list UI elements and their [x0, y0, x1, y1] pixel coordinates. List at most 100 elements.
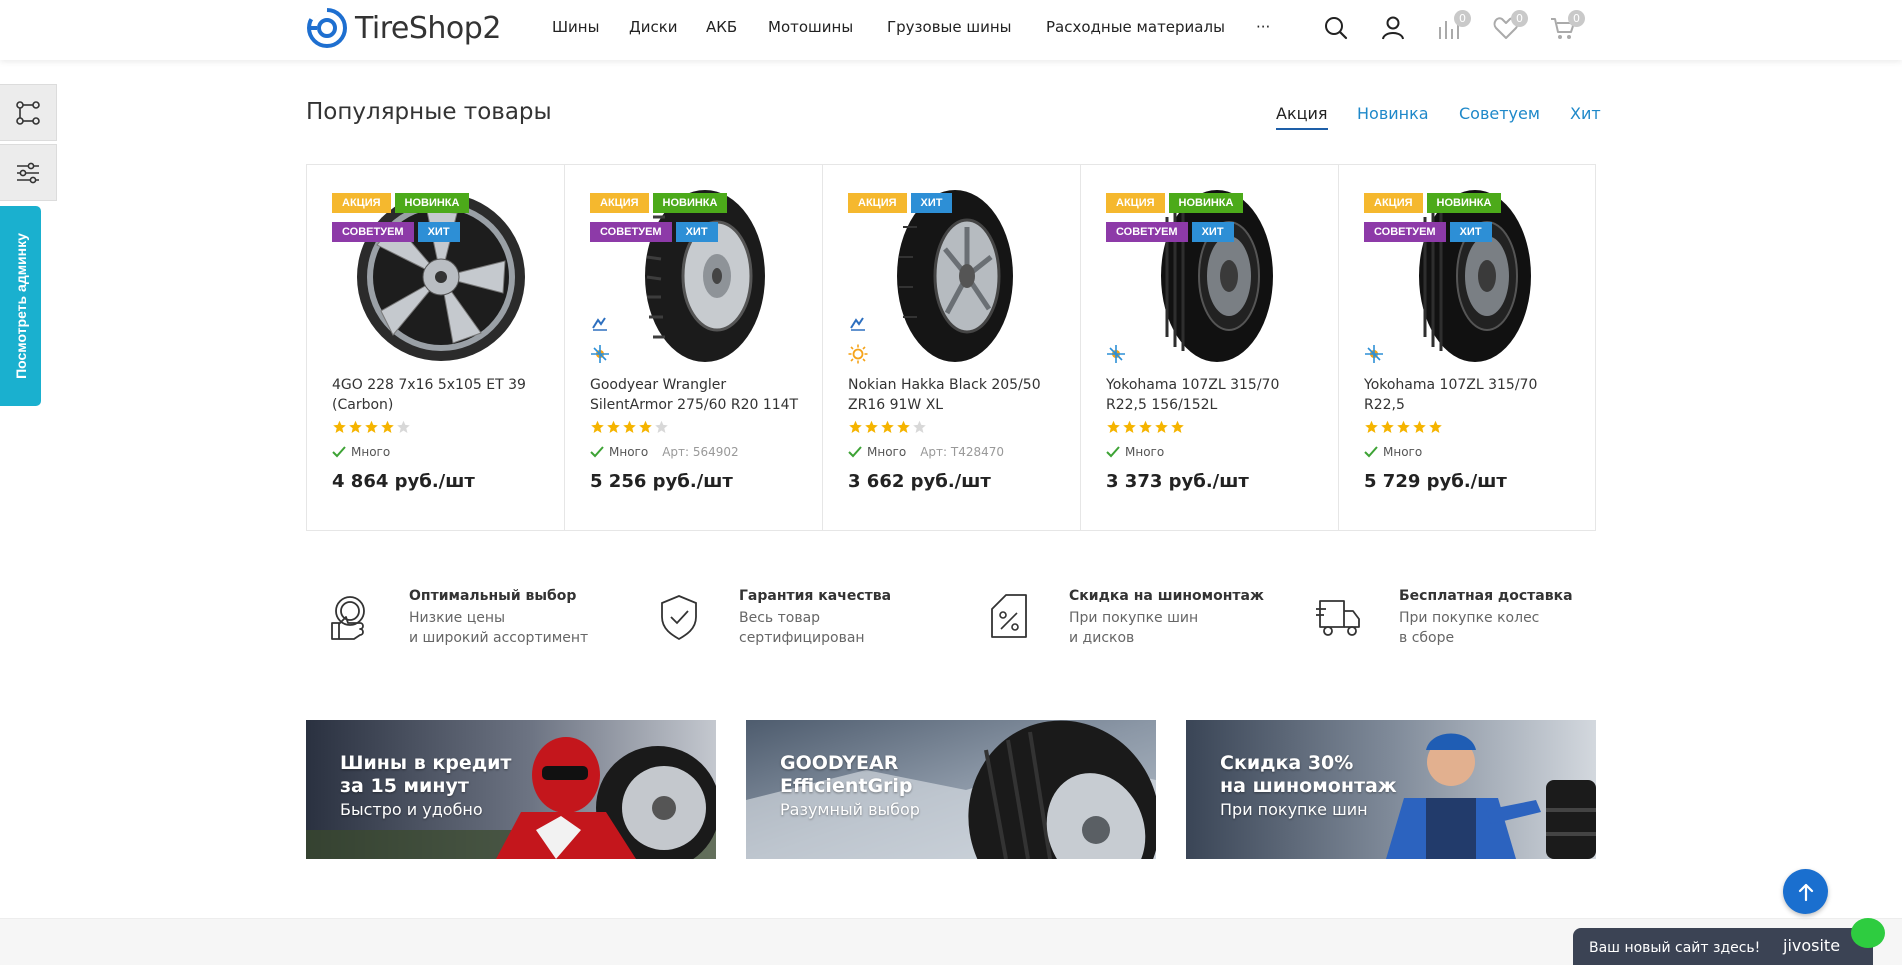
product-name[interactable]: Goodyear Wrangler SilentArmor 275/60 R20… [590, 375, 805, 415]
star-filled-icon [849, 420, 862, 433]
product-name[interactable]: Yokohama 107ZL 315/70 R22,5 [1364, 375, 1579, 415]
star-filled-icon [639, 420, 652, 433]
nav-item-truck-tires[interactable]: Грузовые шины [887, 18, 1012, 36]
tab-sale[interactable]: Акция [1276, 104, 1328, 130]
label-hit: ХИТ [675, 222, 718, 242]
tab-new[interactable]: Новинка [1357, 104, 1429, 123]
label-recommend: СОВЕТУЕМ [1106, 222, 1188, 242]
product-name[interactable]: 4GO 228 7x16 5x105 ET 39 (Carbon) [332, 375, 547, 415]
star-filled-icon [1397, 420, 1410, 433]
label-sale: АКЦИЯ [848, 193, 907, 213]
banner-title: Скидка 30% на шиномонтаж [1220, 752, 1397, 797]
check-icon [1364, 446, 1378, 458]
star-filled-icon [607, 420, 620, 433]
article-number: Арт: T428470 [920, 445, 1004, 459]
product-labels: АКЦИЯ ХИТ [848, 191, 1028, 220]
nav-item-wheels[interactable]: Диски [629, 18, 678, 36]
advantage-item: Гарантия качества Весь товар сертифициро… [636, 588, 936, 653]
cart-button[interactable]: 0 [1549, 10, 1585, 42]
product-card[interactable]: АКЦИЯ ХИТ Nokian Hakka Black 205/50 ZR16 … [823, 165, 1081, 530]
label-hit: ХИТ [1191, 222, 1234, 242]
product-price: 3 373 руб./шт [1106, 471, 1249, 492]
product-price: 3 662 руб./шт [848, 471, 991, 492]
nav-item-consumables[interactable]: Расходные материалы [1046, 18, 1225, 36]
star-filled-icon [381, 420, 394, 433]
check-icon [332, 446, 346, 458]
scroll-to-top-button[interactable] [1783, 869, 1828, 914]
thumb-up-icon [331, 596, 365, 640]
user-icon[interactable] [1379, 14, 1407, 42]
advantage-item: Бесплатная доставка При покупке колес в … [1296, 588, 1596, 653]
product-card[interactable]: АКЦИЯ НОВИНКА СОВЕТУЕМ ХИТ Yokohama 107ZL … [1081, 165, 1339, 530]
nav-item-moto-tires[interactable]: Мотошины [768, 18, 853, 36]
nav-item-tires[interactable]: Шины [552, 18, 599, 36]
product-labels: АКЦИЯ НОВИНКА СОВЕТУЕМ ХИТ [1106, 191, 1286, 249]
chat-widget[interactable]: Ваш новый сайт здесь! jivosite [1573, 918, 1885, 965]
product-labels: АКЦИЯ НОВИНКА СОВЕТУЕМ ХИТ [332, 191, 512, 249]
promo-banner-tire-fitting[interactable]: Скидка 30% на шиномонтаж При покупке шин [1186, 720, 1596, 859]
product-card[interactable]: АКЦИЯ НОВИНКА СОВЕТУЕМ ХИТ Yokohama 107ZL … [1339, 165, 1597, 530]
label-sale: АКЦИЯ [590, 193, 649, 213]
promo-banner-goodyear[interactable]: GOODYEAR EfficientGrip Разумный выбор [746, 720, 1156, 859]
view-admin-tab[interactable]: Посмотреть админку [0, 206, 41, 406]
star-filled-icon [1381, 420, 1394, 433]
banner-subtitle: При покупке шин [1220, 800, 1368, 819]
nav-more[interactable]: ··· [1256, 18, 1270, 36]
label-new: НОВИНКА [652, 193, 728, 213]
label-hit: ХИТ [1449, 222, 1492, 242]
label-recommend: СОВЕТУЕМ [332, 222, 414, 242]
stock-text: Много [609, 445, 649, 459]
product-name[interactable]: Yokohama 107ZL 315/70 R22,5 156/152L [1106, 375, 1321, 415]
product-card[interactable]: АКЦИЯ НОВИНКА СОВЕТУЕМ ХИТ Goodyear Wrangl… [565, 165, 823, 530]
compare-button[interactable]: 0 [1435, 10, 1471, 42]
product-grid: АКЦИЯ НОВИНКА СОВЕТУЕМ ХИТ 4GO 228 7x16 5x… [306, 164, 1596, 531]
star-filled-icon [865, 420, 878, 433]
star-filled-icon [1123, 420, 1136, 433]
side-settings-button[interactable] [0, 84, 57, 141]
label-sale: АКЦИЯ [1364, 193, 1423, 213]
wishlist-count-badge: 0 [1511, 10, 1528, 27]
star-filled-icon [1413, 420, 1426, 433]
product-price: 4 864 руб./шт [332, 471, 475, 492]
label-hit: ХИТ [910, 193, 953, 213]
rating-stars [848, 420, 928, 434]
logo[interactable]: TireShop2 [306, 7, 501, 49]
star-empty-icon [913, 420, 926, 433]
product-labels: АКЦИЯ НОВИНКА СОВЕТУЕМ ХИТ [590, 191, 770, 249]
nav-item-batteries[interactable]: АКБ [706, 18, 737, 36]
side-filters-button[interactable] [0, 144, 57, 201]
star-filled-icon [349, 420, 362, 433]
advantage-line: При покупке шин [1069, 610, 1199, 626]
product-card[interactable]: АКЦИЯ НОВИНКА СОВЕТУЕМ ХИТ 4GO 228 7x16 5x… [307, 165, 565, 530]
label-new: НОВИНКА [1426, 193, 1502, 213]
advantage-text: При покупке колес в сборе [1399, 608, 1539, 648]
stock-text: Много [1125, 445, 1165, 459]
tab-recommend[interactable]: Советуем [1459, 104, 1540, 123]
product-labels: АКЦИЯ НОВИНКА СОВЕТУЕМ ХИТ [1364, 191, 1544, 249]
star-filled-icon [1139, 420, 1152, 433]
arrow-up-icon [1798, 883, 1813, 901]
view-admin-label: Посмотреть админку [12, 233, 29, 379]
star-empty-icon [397, 420, 410, 433]
star-filled-icon [591, 420, 604, 433]
check-icon [848, 446, 862, 458]
summer-icon [848, 344, 868, 364]
star-filled-icon [881, 420, 894, 433]
all-season-icon [591, 345, 609, 363]
label-sale: АКЦИЯ [1106, 193, 1165, 213]
tab-hit[interactable]: Хит [1570, 104, 1601, 123]
wishlist-button[interactable]: 0 [1492, 10, 1528, 42]
advantage-line: и широкий ассортимент [409, 630, 589, 646]
advantage-line: в сборе [1399, 630, 1455, 646]
advantage-title: Оптимальный выбор [409, 588, 577, 604]
stock-status: Много Арт: T428470 [848, 445, 1004, 459]
label-hit: ХИТ [417, 222, 460, 242]
advantage-line: и дисков [1069, 630, 1135, 646]
product-name[interactable]: Nokian Hakka Black 205/50 ZR16 91W XL [848, 375, 1063, 415]
promo-banner-credit[interactable]: Шины в кредит за 15 минут Быстро и удобн… [306, 720, 716, 859]
label-sale: АКЦИЯ [332, 193, 391, 213]
stock-text: Много [1383, 445, 1423, 459]
advantage-line: Низкие цены [409, 610, 506, 626]
search-icon[interactable] [1322, 14, 1350, 42]
product-price: 5 256 руб./шт [590, 471, 733, 492]
